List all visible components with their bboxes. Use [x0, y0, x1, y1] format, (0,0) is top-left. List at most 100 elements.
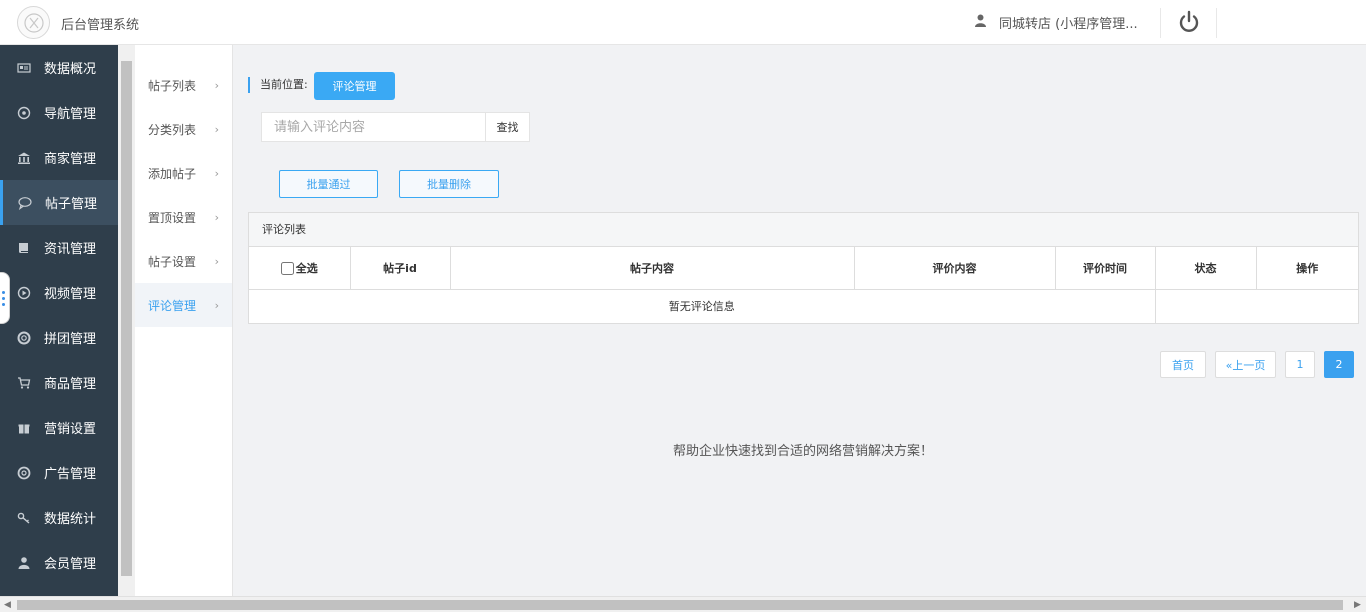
- search-input[interactable]: [261, 112, 486, 142]
- scroll-left-icon[interactable]: ◀: [4, 600, 11, 610]
- chevron-right-icon: ›: [214, 298, 219, 312]
- comment-list-panel: 评论列表 全选 帖子id 帖子内容 评价内容 评价时间 状态 操作 暂无评论信息: [248, 212, 1359, 324]
- logo-icon: [23, 12, 44, 33]
- power-icon[interactable]: [1176, 9, 1202, 35]
- chevron-right-icon: ›: [214, 254, 219, 268]
- sidebar-collapse-handle[interactable]: [0, 272, 10, 324]
- sidebar-scrollbar[interactable]: [118, 45, 135, 596]
- submenu-item-label: 分类列表: [148, 122, 197, 137]
- sidebar-item-label: 帖子管理: [45, 197, 98, 212]
- submenu-item-post-list[interactable]: 帖子列表 ›: [135, 63, 232, 107]
- cart-icon: [14, 375, 34, 391]
- app-title: 后台管理系统: [61, 18, 140, 33]
- pagination-prev[interactable]: «上一页: [1215, 351, 1276, 378]
- submenu: 帖子列表 › 分类列表 › 添加帖子 › 置顶设置 › 帖子设置 › 评论管理 …: [135, 45, 233, 596]
- empty-message: 暂无评论信息: [249, 289, 1156, 323]
- submenu-item-pin-settings[interactable]: 置顶设置 ›: [135, 195, 232, 239]
- sidebar-item-dashboard[interactable]: 数据概况: [0, 45, 118, 90]
- play-circle-icon: [14, 285, 34, 301]
- sidebar-item-label: 商品管理: [44, 377, 97, 392]
- select-all-header: 全选: [249, 247, 351, 290]
- pagination-page[interactable]: 1: [1285, 351, 1315, 378]
- user-name[interactable]: 同城转店 (小程序管理...: [999, 13, 1138, 32]
- table-header-row: 全选 帖子id 帖子内容 评价内容 评价时间 状态 操作: [249, 247, 1358, 290]
- sidebar-item-group-buy[interactable]: 拼团管理: [0, 315, 118, 360]
- sidebar-item-products[interactable]: 商品管理: [0, 360, 118, 405]
- submenu-item-label: 评论管理: [148, 298, 197, 313]
- chat-bubble-icon: [15, 195, 35, 211]
- sidebar-item-label: 会员管理: [44, 557, 97, 572]
- pagination-first[interactable]: 首页: [1160, 351, 1206, 378]
- sidebar-scrollbar-thumb[interactable]: [121, 61, 132, 576]
- column-header: 帖子id: [350, 247, 451, 290]
- sidebar-item-posts[interactable]: 帖子管理: [0, 180, 118, 225]
- sidebar-item-label: 营销设置: [44, 422, 97, 437]
- submenu-item-comment-management[interactable]: 评论管理 ›: [135, 283, 232, 327]
- bank-icon: [14, 150, 34, 166]
- sidebar-item-video[interactable]: 视频管理: [0, 270, 118, 315]
- submenu-item-label: 置顶设置: [148, 210, 197, 225]
- header-divider: [1160, 8, 1161, 38]
- chevron-right-icon: ›: [214, 210, 219, 224]
- table-cell: [1155, 289, 1358, 323]
- sidebar-item-label: 商家管理: [44, 152, 97, 167]
- submenu-item-label: 帖子列表: [148, 78, 197, 93]
- breadcrumb-current[interactable]: 评论管理: [314, 72, 395, 100]
- pagination-page-current[interactable]: 2: [1324, 351, 1354, 378]
- select-all-label: 全选: [295, 261, 318, 275]
- logo: [17, 6, 50, 39]
- column-header: 操作: [1256, 247, 1358, 290]
- book-icon: [14, 240, 34, 256]
- panel-title: 评论列表: [249, 213, 1358, 247]
- horizontal-scrollbar[interactable]: ◀ ▶: [0, 596, 1366, 612]
- sidebar-item-statistics[interactable]: 数据统计: [0, 495, 118, 540]
- chevron-right-icon: ›: [214, 78, 219, 92]
- sidebar-item-marketing[interactable]: 营销设置: [0, 405, 118, 450]
- main-content: 当前位置: 评论管理 查找 批量通过 批量删除 评论列表 全选 帖子id 帖子内…: [234, 45, 1366, 596]
- breadcrumb: 当前位置:: [248, 77, 308, 93]
- sidebar-item-label: 拼团管理: [44, 332, 97, 347]
- search-button[interactable]: 查找: [485, 112, 530, 142]
- sidebar-item-merchants[interactable]: 商家管理: [0, 135, 118, 180]
- user-icon: [975, 14, 986, 27]
- column-header: 帖子内容: [450, 247, 855, 290]
- header-divider: [1216, 8, 1217, 38]
- sidebar-item-label: 导航管理: [44, 107, 97, 122]
- gift-icon: [14, 420, 34, 436]
- lifebuoy-icon: [14, 330, 34, 346]
- user-icon: [14, 555, 34, 571]
- column-header: 评价时间: [1055, 247, 1156, 290]
- footer-slogan: 帮助企业快速找到合适的网络营销解决方案！: [672, 444, 933, 459]
- globe-icon: [14, 465, 34, 481]
- column-header: 评价内容: [854, 247, 1056, 290]
- sidebar-item-label: 广告管理: [44, 467, 97, 482]
- submenu-item-category-list[interactable]: 分类列表 ›: [135, 107, 232, 151]
- scroll-right-icon[interactable]: ▶: [1354, 600, 1361, 610]
- sidebar-item-label: 数据概况: [44, 62, 97, 77]
- top-header: 后台管理系统 同城转店 (小程序管理...: [0, 0, 1366, 45]
- sidebar-item-members[interactable]: 会员管理: [0, 540, 118, 585]
- comment-table: 全选 帖子id 帖子内容 评价内容 评价时间 状态 操作 暂无评论信息: [249, 247, 1358, 323]
- sidebar-item-navigation[interactable]: 导航管理: [0, 90, 118, 135]
- main-sidebar: 数据概况 导航管理 商家管理 帖子管理 资讯管理 视频管理 拼团管理 商品管理 …: [0, 45, 118, 596]
- sidebar-item-ads[interactable]: 广告管理: [0, 450, 118, 495]
- chevron-right-icon: ›: [214, 166, 219, 180]
- select-all-checkbox[interactable]: [280, 262, 294, 276]
- submenu-item-label: 帖子设置: [148, 254, 197, 269]
- submenu-item-label: 添加帖子: [148, 166, 197, 181]
- dashboard-icon: [14, 60, 34, 76]
- sidebar-item-label: 数据统计: [44, 512, 97, 527]
- chevron-right-icon: ›: [214, 122, 219, 136]
- column-header: 状态: [1155, 247, 1257, 290]
- batch-delete-button[interactable]: 批量删除: [399, 170, 499, 198]
- submenu-item-add-post[interactable]: 添加帖子 ›: [135, 151, 232, 195]
- table-row: 暂无评论信息: [249, 289, 1358, 323]
- submenu-item-post-settings[interactable]: 帖子设置 ›: [135, 239, 232, 283]
- sidebar-item-news[interactable]: 资讯管理: [0, 225, 118, 270]
- sidebar-item-label: 资讯管理: [44, 242, 97, 257]
- key-icon: [14, 510, 34, 526]
- batch-approve-button[interactable]: 批量通过: [279, 170, 378, 198]
- compass-icon: [14, 105, 34, 121]
- horizontal-scrollbar-thumb[interactable]: [17, 600, 1343, 610]
- sidebar-item-label: 视频管理: [44, 287, 97, 302]
